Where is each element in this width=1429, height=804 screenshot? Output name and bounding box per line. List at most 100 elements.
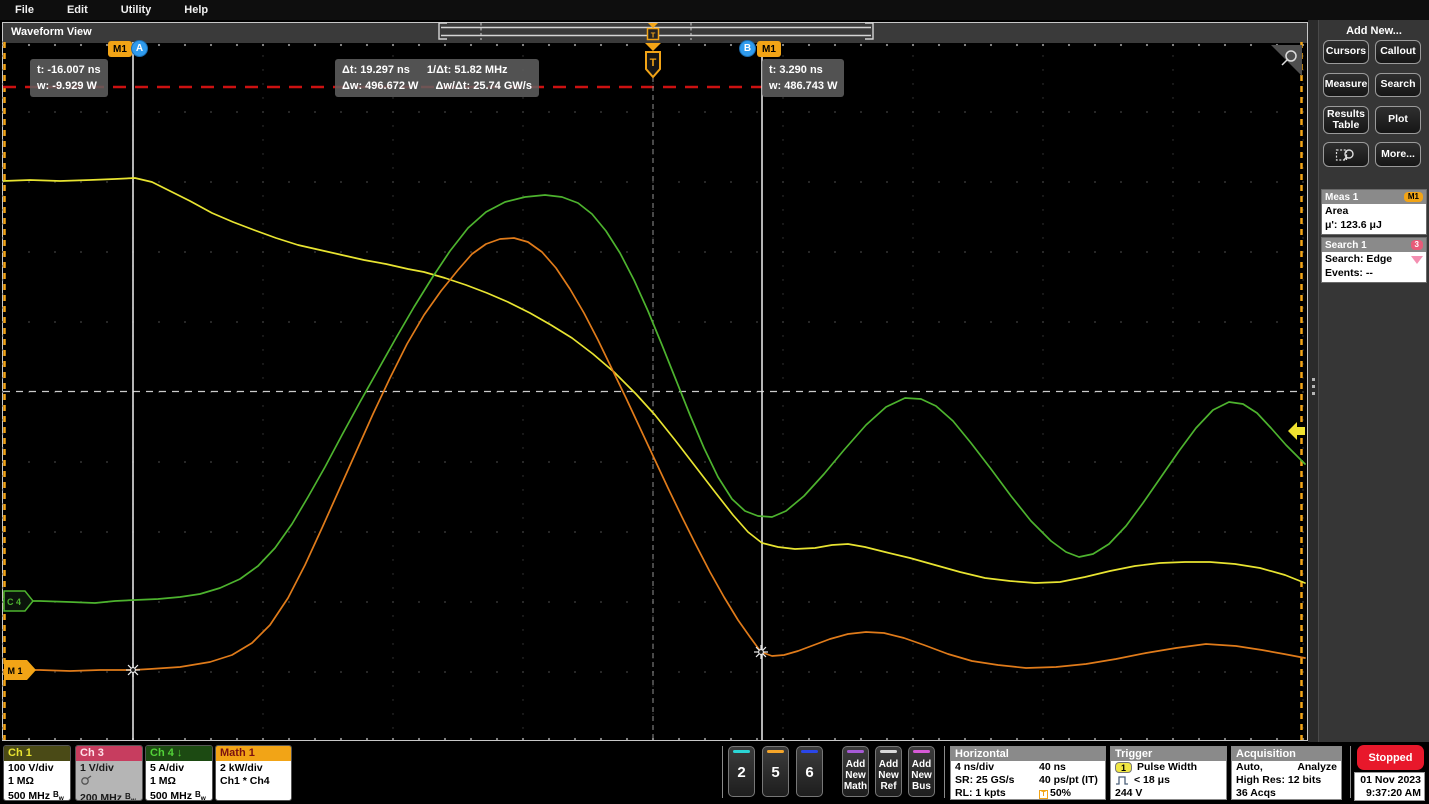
results-table-button[interactable]: Results Table [1323,106,1369,134]
callout-button[interactable]: Callout [1375,40,1421,64]
ch1-scale: 100 V/div [8,762,66,775]
horizontal-position: T50% [1039,787,1071,800]
run-stop-button[interactable]: Stopped [1357,745,1424,770]
horizontal-resolution: 40 ps/pt (IT) [1039,774,1098,787]
ch1-bandwidth: 500 MHz Bw [8,788,66,801]
ch3-name: Ch 3 [76,746,142,761]
acquisition-mode: Auto, [1236,761,1263,774]
pulse-width-icon [1115,775,1131,786]
menu-help[interactable]: Help [184,4,208,16]
ch1-badge[interactable]: Ch 1 100 V/div 1 MΩ 500 MHz Bw [3,745,71,801]
ch2-key[interactable]: 2 [728,746,755,797]
acquisition-title: Acquisition [1232,747,1341,761]
menu-edit[interactable]: Edit [67,4,88,16]
search1-badge[interactable]: Search 1 3 Search: Edge Events: -- [1321,237,1427,283]
cursor-a-badge[interactable]: A [131,40,148,57]
waveform-panel: Waveform View [2,22,1308,741]
datetime-display: 01 Nov 2023 9:37:20 AM [1354,772,1425,801]
inverse-delta-t: 1/Δt: 51.82 MHz [427,64,508,76]
math1-badge[interactable]: Math 1 2 kW/div Ch1 * Ch4 [215,745,292,801]
meas1-value: μ': 123.6 μJ [1325,219,1423,233]
search-marker-icon [1411,256,1423,264]
horizontal-panel[interactable]: Horizontal 4 ns/div 40 ns SR: 25 GS/s 40… [950,746,1106,800]
math1-source: Ch1 * Ch4 [220,775,287,788]
zoom-select-icon [1335,147,1357,163]
bus-color-stripe [913,750,930,753]
trigger-type: Pulse Width [1137,761,1197,774]
add-new-bus-label: Add New Bus [909,759,934,792]
ch4-name: Ch 4 ↓ [146,746,212,761]
trigger-title: Trigger [1111,747,1226,761]
trigger-source-pill: 1 [1115,762,1132,773]
trigger-condition: < 18 μs [1134,774,1170,787]
ch3-scale: 1 V/div [80,762,138,775]
oscilloscope-app: File Edit Utility Help Waveform View [0,0,1429,804]
ch2-color-stripe [733,750,750,753]
ch2-key-label: 2 [729,764,754,781]
more-button[interactable]: More... [1375,142,1421,167]
horizontal-sample-rate: SR: 25 GS/s [955,774,1015,787]
add-new-math-label: Add New Math [843,759,868,792]
cursor-b-readout: t: 3.290 ns w: 486.743 W [762,59,844,97]
ch4-badge[interactable]: Ch 4 ↓ 5 A/div 1 MΩ 500 MHz Bw [145,745,213,801]
waveform-view-tab[interactable]: Waveform View [11,26,92,38]
menu-file[interactable]: File [15,4,34,16]
menu-utility[interactable]: Utility [121,4,152,16]
trigger-position-icon: T [1039,790,1048,799]
cursors-button[interactable]: Cursors [1323,40,1369,64]
cursor-a-source-badge[interactable]: M1 [108,41,132,57]
ch6-key[interactable]: 6 [796,746,823,797]
ch1-impedance: 1 MΩ [8,775,66,788]
acquisition-panel[interactable]: Acquisition Auto, Analyze High Res: 12 b… [1231,746,1342,800]
meas1-badge[interactable]: Meas 1 M1 Area μ': 123.6 μJ [1321,189,1427,235]
panel-divider[interactable] [1308,20,1319,742]
meas1-type: Area [1325,205,1423,219]
ch4-scale: 5 A/div [150,762,208,775]
delta-slope: Δw/Δt: 25.74 GW/s [435,80,532,92]
ch4-impedance: 1 MΩ [150,775,208,788]
ch4-bandwidth: 500 MHz Bw [150,788,208,801]
waveform-title-strip: Waveform View [3,23,1307,43]
add-new-ref-button[interactable]: Add New Ref [875,746,902,797]
cursor-b-time: t: 3.290 ns [769,62,837,78]
acquisition-count: 36 Acqs [1236,787,1276,800]
add-new-math-button[interactable]: Add New Math [842,746,869,797]
plot-button[interactable]: Plot [1375,106,1421,134]
ch5-key[interactable]: 5 [762,746,789,797]
delta-w: Δw: 496.672 W [342,80,418,92]
trigger-level: 244 V [1115,787,1142,800]
menu-bar: File Edit Utility Help [0,0,1429,20]
trigger-panel[interactable]: Trigger 1 Pulse Width < 18 μs 244 V [1110,746,1227,800]
divider [722,746,723,798]
ch3-probe-row [80,775,138,790]
acquisition-analyze: Analyze [1297,761,1337,774]
meas1-title: Meas 1 [1325,192,1358,203]
bottom-bar: Ch 1 100 V/div 1 MΩ 500 MHz Bw Ch 3 1 V/… [0,742,1429,804]
ch1-name: Ch 1 [4,746,70,761]
cursor-b-badge[interactable]: B [739,40,756,57]
cursor-b-source-badge[interactable]: M1 [757,41,781,57]
add-new-ref-label: Add New Ref [876,759,901,792]
add-new-title: Add New... [1319,25,1429,37]
search1-count-pill: 3 [1411,240,1423,250]
horizontal-window: 40 ns [1039,761,1066,774]
ch3-badge[interactable]: Ch 3 1 V/div 200 MHz Bw [75,745,143,801]
search1-mode: Search: Edge [1325,253,1392,267]
delta-t: Δt: 19.297 ns [342,64,410,76]
zoom-mode-button[interactable] [1323,142,1369,167]
add-new-bus-button[interactable]: Add New Bus [908,746,935,797]
horizontal-scale: 4 ns/div [955,761,994,774]
cursor-a-value: w: -9.929 W [37,78,101,94]
panel-drag-handle-icon[interactable] [1312,374,1315,399]
divider [1350,746,1351,798]
search1-title: Search 1 [1325,240,1367,251]
measure-button[interactable]: Measure [1323,73,1369,97]
ch4-offset-arrow-icon: ↓ [177,747,183,759]
search-button[interactable]: Search [1375,73,1421,97]
probe-icon [80,775,92,786]
ch5-color-stripe [767,750,784,753]
time-label: 9:37:20 AM [1358,787,1421,800]
ch6-color-stripe [801,750,818,753]
ref-color-stripe [880,750,897,753]
math1-scale: 2 kW/div [220,762,287,775]
